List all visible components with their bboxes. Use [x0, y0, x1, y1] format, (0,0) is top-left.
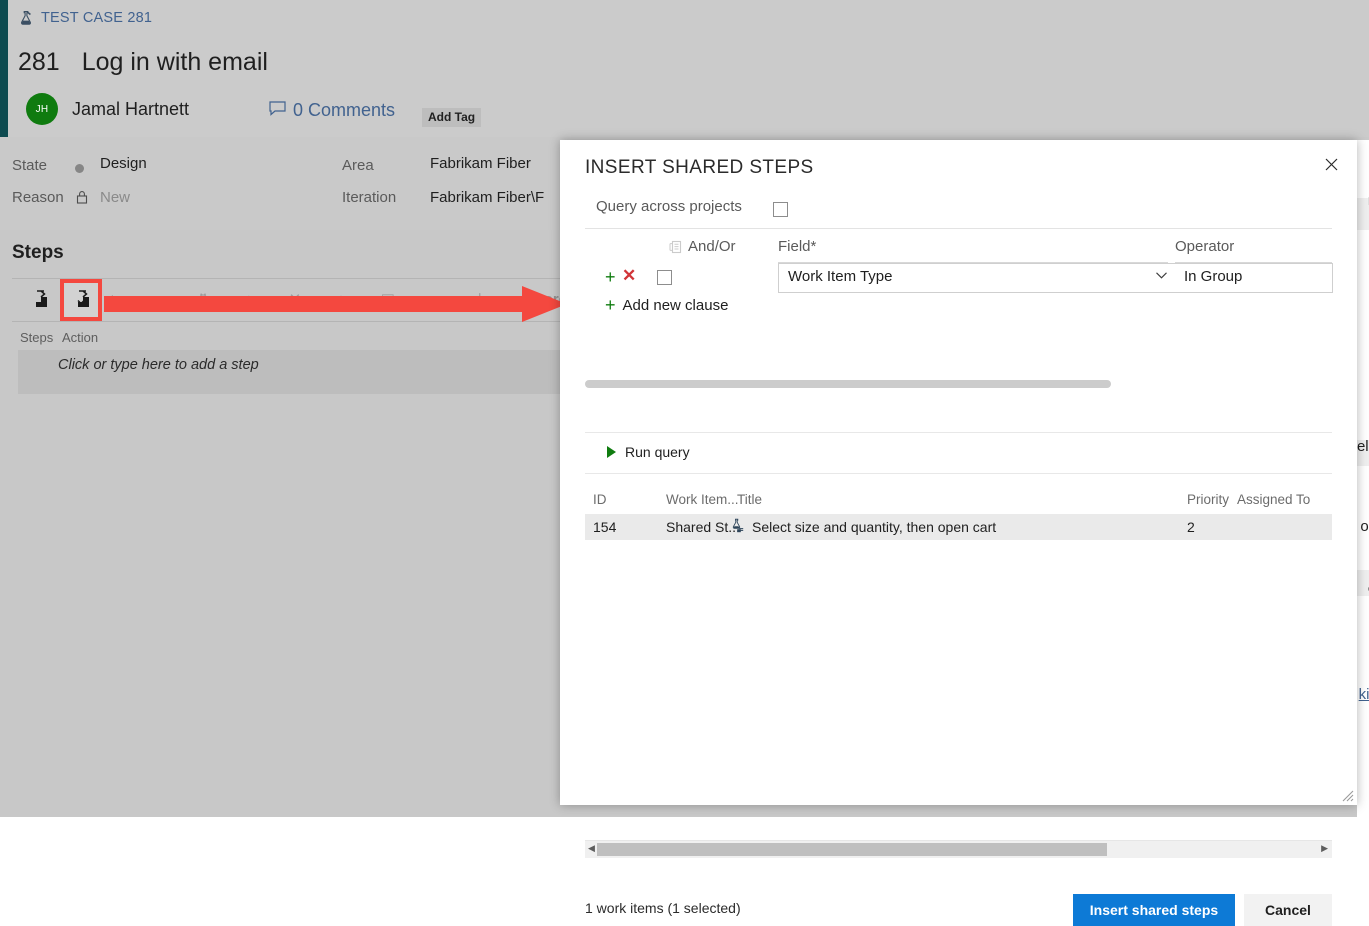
steps-add-row-placeholder: Click or type here to add a step [58, 357, 259, 373]
cell-priority: 2 [1187, 519, 1195, 535]
add-clause-inline-icon[interactable]: + [605, 268, 616, 286]
cancel-button[interactable]: Cancel [1244, 894, 1332, 926]
run-query-label: Run query [625, 444, 690, 460]
table-row[interactable]: 154 Shared St... Select size and quantit… [585, 514, 1332, 540]
results-column-header-work-item[interactable]: Work Item... [666, 492, 739, 507]
insert-shared-steps-dialog: INSERT SHARED STEPS Query across project… [560, 140, 1357, 926]
operator-select-value: In Group [1184, 268, 1243, 285]
insert-shared-steps-button[interactable] [60, 279, 102, 321]
play-triangle-icon [607, 446, 616, 458]
column-header-operator: Operator [1175, 238, 1235, 255]
breadcrumb-label: TEST CASE 281 [41, 10, 153, 26]
results-column-header-title[interactable]: Title [737, 492, 762, 507]
results-column-header-assigned-to[interactable]: Assigned To [1237, 492, 1310, 507]
scrollbar-thumb[interactable] [585, 380, 1111, 388]
right-strip-fragment: n [1357, 192, 1369, 209]
resize-grip-icon[interactable] [1340, 788, 1354, 802]
cell-title-text: Select size and quantity, then open cart [752, 519, 997, 535]
field-value-area[interactable]: Fabrikam Fiber [430, 155, 531, 172]
avatar[interactable]: JH [26, 93, 58, 125]
lock-icon [76, 189, 88, 205]
comments-label: 0 Comments [293, 100, 396, 120]
field-select[interactable]: Work Item Type [778, 263, 1176, 293]
scrollbar-thumb[interactable] [597, 843, 1107, 856]
work-item-type-accent-bar [0, 0, 8, 137]
right-strip-fragment: a [1357, 492, 1369, 509]
query-builder-horizontal-scrollbar[interactable] [585, 380, 1332, 388]
field-value-state[interactable]: Design [100, 155, 147, 172]
close-icon[interactable] [1317, 150, 1345, 178]
cell-id: 154 [593, 519, 617, 535]
work-item-title[interactable]: Log in with email [82, 48, 268, 77]
insert-step-icon [28, 289, 50, 312]
divider [585, 228, 1332, 229]
group-clause-icon [668, 240, 682, 257]
query-across-projects-checkbox[interactable] [773, 202, 788, 217]
right-strip-fragment: ˈ [1357, 640, 1369, 657]
steps-column-header-action: Action [62, 330, 99, 345]
cell-work-item-type: Shared St... [666, 519, 740, 535]
work-item-id-title-row: 281 Log in with email [18, 48, 268, 77]
state-dot-icon [75, 164, 84, 173]
dialog-title: INSERT SHARED STEPS [585, 157, 814, 178]
insert-shared-steps-button[interactable]: Insert shared steps [1073, 894, 1235, 926]
cell-title: Select size and quantity, then open cart [730, 518, 996, 536]
column-header-field: Field* [778, 238, 817, 255]
results-count-label: 1 work items (1 selected) [585, 900, 741, 916]
comments-link[interactable]: 0 Comments [269, 100, 395, 121]
work-item-id: 281 [18, 48, 60, 76]
add-tag-button[interactable]: Add Tag [422, 108, 482, 127]
test-case-icon [18, 10, 34, 26]
right-strip-link-fragment[interactable]: kis [1357, 686, 1369, 703]
run-query-button[interactable]: Run query [607, 444, 690, 460]
plus-icon: + [605, 295, 616, 315]
insert-shared-steps-icon [70, 289, 92, 312]
right-strip-fragment: e [1357, 348, 1369, 365]
shared-steps-icon [730, 518, 745, 536]
chevron-down-icon [1156, 272, 1167, 279]
right-strip-fragment: o [1357, 580, 1369, 597]
field-label-iteration: Iteration [342, 189, 397, 206]
assignee-name[interactable]: Jamal Hartnett [72, 99, 189, 120]
insert-step-button[interactable] [22, 283, 56, 317]
right-strip-fragment: o [1357, 290, 1369, 307]
assigned-to-row: JH Jamal Hartnett [26, 93, 189, 125]
results-column-header-id[interactable]: ID [593, 492, 607, 507]
right-strip-fragment: c [1357, 264, 1369, 281]
work-item-header: TEST CASE 281 281 Log in with email JH J… [0, 0, 1369, 137]
background-page-right-edge: n a c o e a elo a ou o ˈ kis [1357, 140, 1369, 817]
breadcrumb[interactable]: TEST CASE 281 [18, 10, 152, 26]
steps-heading: Steps [12, 242, 64, 263]
add-new-clause-button[interactable]: + Add new clause [605, 296, 728, 314]
results-horizontal-scrollbar[interactable]: ◀ ▶ [585, 840, 1332, 858]
run-query-bar: Run query [585, 432, 1332, 474]
comment-bubble-icon [269, 100, 286, 121]
results-column-header-priority[interactable]: Priority [1187, 492, 1229, 507]
clause-group-checkbox[interactable] [657, 270, 672, 285]
chevron-right-icon[interactable]: ▶ [1321, 844, 1328, 853]
right-strip-fragment: a [1357, 238, 1369, 255]
field-select-value: Work Item Type [788, 268, 893, 285]
column-header-and-or: And/Or [688, 238, 736, 255]
query-across-projects-label: Query across projects [596, 198, 742, 215]
delete-clause-icon[interactable]: ✕ [622, 267, 636, 284]
steps-column-header-steps: Steps [20, 330, 54, 345]
right-strip-fragment: ou [1360, 518, 1369, 535]
field-value-iteration[interactable]: Fabrikam Fiber\F [430, 189, 544, 206]
field-label-reason: Reason [12, 189, 64, 206]
field-label-area: Area [342, 157, 374, 174]
field-label-state: State [12, 157, 48, 174]
operator-select[interactable]: In Group [1175, 263, 1333, 293]
field-value-reason: New [100, 189, 131, 206]
chevron-left-icon[interactable]: ◀ [588, 844, 595, 853]
right-strip-fragment: a [1357, 412, 1369, 429]
add-new-clause-label: Add new clause [622, 296, 729, 314]
right-strip-fragment: elo [1357, 438, 1369, 455]
